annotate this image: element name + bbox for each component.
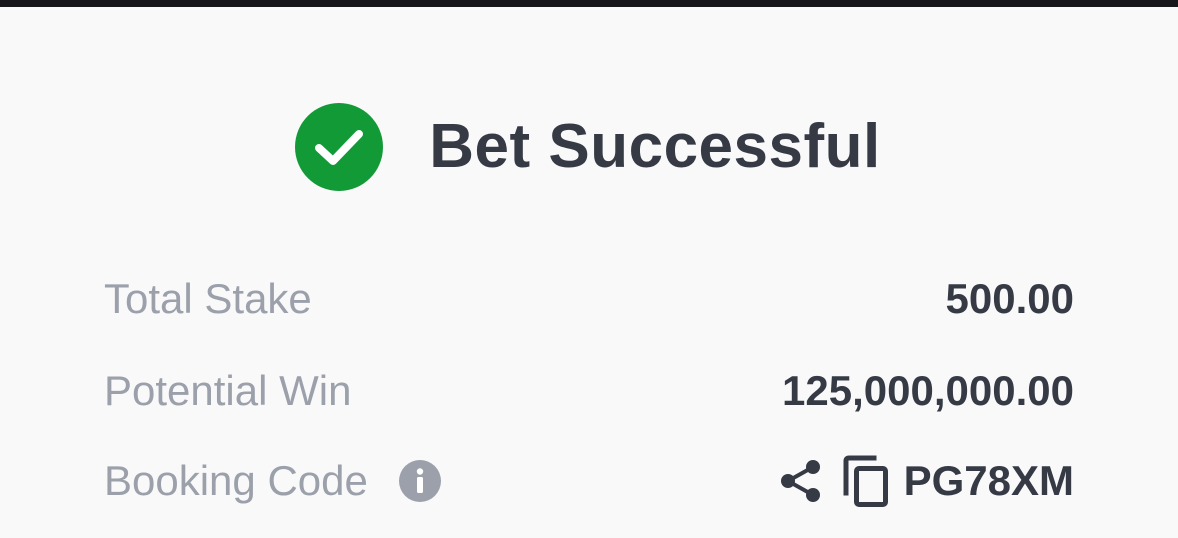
check-circle-icon xyxy=(295,103,384,191)
booking-code-label: Booking Code xyxy=(104,457,368,504)
copy-icon[interactable] xyxy=(842,455,890,507)
total-stake-label: Total Stake xyxy=(104,275,312,322)
bet-success-header: Bet Successful xyxy=(0,100,1178,194)
booking-code-value-group: PG78XM xyxy=(778,455,1074,507)
total-stake-row: Total Stake 500.00 xyxy=(104,272,1074,326)
total-stake-value: 500.00 xyxy=(945,275,1074,322)
booking-code-value[interactable]: PG78XM xyxy=(904,457,1074,505)
booking-code-row: Booking Code PG78XM xyxy=(104,454,1074,508)
top-bar xyxy=(0,0,1178,7)
info-icon[interactable] xyxy=(398,459,442,503)
potential-win-value: 125,000,000.00 xyxy=(782,367,1074,414)
page-title: Bet Successful xyxy=(429,112,881,181)
potential-win-row: Potential Win 125,000,000.00 xyxy=(104,364,1074,418)
booking-code-label-group: Booking Code xyxy=(104,457,442,505)
potential-win-label: Potential Win xyxy=(104,367,352,414)
share-icon[interactable] xyxy=(778,458,824,504)
